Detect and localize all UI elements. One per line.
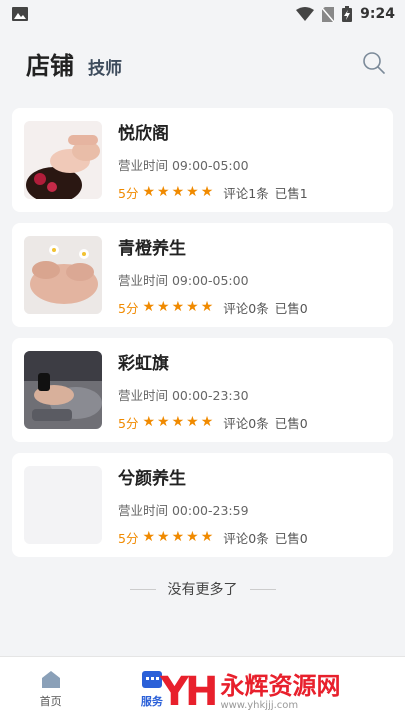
divider xyxy=(249,588,276,590)
tab-shops[interactable]: 店铺 xyxy=(26,46,74,81)
tab-home[interactable]: 首页 xyxy=(0,657,101,720)
header: 店铺 技师 xyxy=(0,28,405,98)
shop-card[interactable]: 兮颜养生 营业时间 00:00-23:59 5分 ★ ★ ★ ★ ★ 评论0条 已售0 xyxy=(12,453,393,557)
watermark-text: 永辉资源网 xyxy=(220,671,341,700)
shop-hours: 营业时间 00:00-23:59 xyxy=(118,502,249,518)
status-bar: 9:24 xyxy=(0,0,405,28)
star-icon: ★ xyxy=(200,529,214,545)
shop-hours: 营业时间 09:00-05:00 xyxy=(118,157,249,173)
star-icon: ★ xyxy=(171,184,185,200)
gallery-icon xyxy=(12,7,28,21)
list-end-indicator: 没有更多了 xyxy=(12,579,393,599)
status-time: 9:24 xyxy=(360,6,395,22)
no-sim-icon xyxy=(322,6,335,22)
rating-stars: ★ ★ ★ ★ ★ xyxy=(142,530,213,544)
divider xyxy=(129,588,156,590)
watermark: YH 永辉资源网 www.yhkjjj.com xyxy=(160,672,340,712)
shop-sold: 已售1 xyxy=(274,185,308,201)
star-icon: ★ xyxy=(142,184,156,200)
battery-icon xyxy=(342,6,353,22)
rating-stars: ★ ★ ★ ★ ★ xyxy=(142,300,213,314)
star-icon: ★ xyxy=(142,414,156,430)
shop-image-hand-massage xyxy=(24,236,102,314)
star-icon: ★ xyxy=(142,529,156,545)
shop-sold: 已售0 xyxy=(274,530,308,546)
star-icon: ★ xyxy=(200,299,214,315)
shop-list: 悦欣阁 营业时间 09:00-05:00 5分 ★ ★ ★ ★ ★ 评论1条 已售1 xyxy=(0,98,405,599)
star-icon: ★ xyxy=(186,529,199,545)
wifi-icon xyxy=(296,7,315,21)
star-icon: ★ xyxy=(157,529,170,545)
shop-name: 彩虹旗 xyxy=(118,353,169,374)
shop-image-foot-spa xyxy=(24,351,102,429)
shop-score: 5分 xyxy=(118,185,139,201)
shop-name: 悦欣阁 xyxy=(118,123,169,144)
shop-card[interactable]: 彩虹旗 营业时间 00:00-23:30 5分 ★ ★ ★ ★ ★ 评论0条 已售0 xyxy=(12,338,393,442)
search-icon[interactable] xyxy=(361,50,387,76)
shop-hours: 营业时间 00:00-23:30 xyxy=(118,387,249,403)
star-icon: ★ xyxy=(142,299,156,315)
star-icon: ★ xyxy=(157,299,170,315)
tab-technicians[interactable]: 技师 xyxy=(88,54,122,79)
star-icon: ★ xyxy=(171,414,185,430)
shop-card[interactable]: 悦欣阁 营业时间 09:00-05:00 5分 ★ ★ ★ ★ ★ 评论1条 已售1 xyxy=(12,108,393,212)
shop-score: 5分 xyxy=(118,300,139,316)
shop-reviews: 评论0条 xyxy=(223,415,269,431)
star-icon: ★ xyxy=(200,184,214,200)
shop-hours: 营业时间 09:00-05:00 xyxy=(118,272,249,288)
shop-reviews: 评论0条 xyxy=(223,530,269,546)
star-icon: ★ xyxy=(186,414,199,430)
shop-image-massage-face xyxy=(24,121,102,199)
shop-card[interactable]: 青橙养生 营业时间 09:00-05:00 5分 ★ ★ ★ ★ ★ 评论0条 已售0 xyxy=(12,223,393,327)
star-icon: ★ xyxy=(157,414,170,430)
rating-stars: ★ ★ ★ ★ ★ xyxy=(142,415,213,429)
shop-sold: 已售0 xyxy=(274,300,308,316)
star-icon: ★ xyxy=(157,184,170,200)
shop-reviews: 评论0条 xyxy=(223,300,269,316)
star-icon: ★ xyxy=(186,299,199,315)
shop-reviews: 评论1条 xyxy=(223,185,269,201)
tab-home-label: 首页 xyxy=(39,694,62,708)
shop-score: 5分 xyxy=(118,415,139,431)
rating-stars: ★ ★ ★ ★ ★ xyxy=(142,185,213,199)
star-icon: ★ xyxy=(186,184,199,200)
shop-score: 5分 xyxy=(118,530,139,546)
home-icon xyxy=(41,670,60,688)
watermark-url: www.yhkjjj.com xyxy=(220,699,299,711)
shop-name: 兮颜养生 xyxy=(118,468,186,489)
shop-image-placeholder xyxy=(24,466,102,544)
star-icon: ★ xyxy=(200,414,214,430)
shop-sold: 已售0 xyxy=(274,415,308,431)
star-icon: ★ xyxy=(171,299,185,315)
star-icon: ★ xyxy=(171,529,185,545)
watermark-logo: YH xyxy=(160,669,218,715)
shop-name: 青橙养生 xyxy=(118,238,186,259)
end-text: 没有更多了 xyxy=(167,582,238,598)
